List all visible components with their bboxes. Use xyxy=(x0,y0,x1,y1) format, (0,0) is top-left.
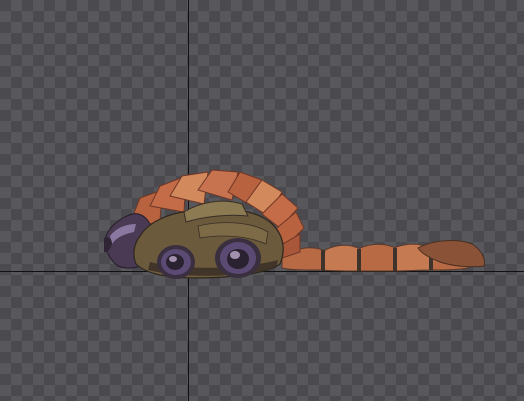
tail-band xyxy=(357,249,361,271)
creature-model[interactable] xyxy=(0,0,524,401)
tail-segment xyxy=(357,243,397,272)
tail-band xyxy=(321,250,325,271)
tail xyxy=(281,240,485,272)
tail-segment xyxy=(321,244,361,272)
front-wheel xyxy=(157,245,195,279)
tail-band xyxy=(393,248,397,271)
3d-viewport[interactable] xyxy=(0,0,524,401)
rear-wheel xyxy=(215,238,261,278)
